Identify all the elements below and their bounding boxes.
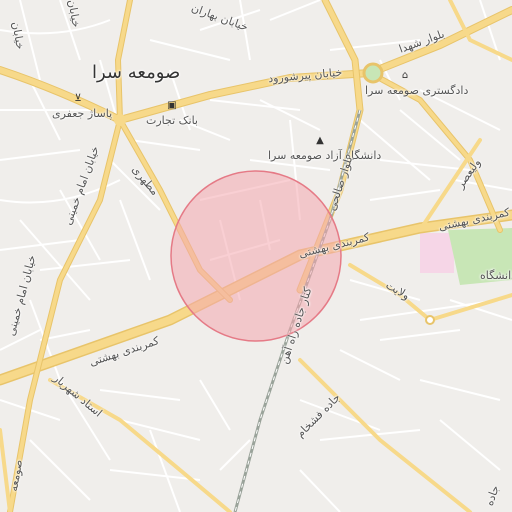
shopping-cart-icon[interactable]: ⊻ [72,94,84,104]
roundabout-top [362,62,384,84]
graduation-cap-icon[interactable]: ▲ [314,136,326,146]
bank-label[interactable]: بانک تجارت [146,115,198,126]
map-canvas[interactable]: صومعه سرا دادگستری صومعه سرا ⌂ دانشگاه آ… [0,0,512,512]
museum-icon[interactable]: ⌂ [399,71,411,81]
city-label: صومعه سرا [92,62,181,83]
roundabout-right [425,315,435,325]
university-label[interactable]: دانشگاه آزاد صومعه سرا [268,150,381,161]
passage-label[interactable]: پاساژ جعفری [52,108,112,119]
pink-area [420,233,454,273]
roundabout-left [114,114,126,126]
university-right-label[interactable]: دانشگاه [480,270,512,281]
bank-icon[interactable]: ▣ [166,101,178,111]
map-base [0,0,512,512]
courthouse-label[interactable]: دادگستری صومعه سرا [365,85,468,96]
